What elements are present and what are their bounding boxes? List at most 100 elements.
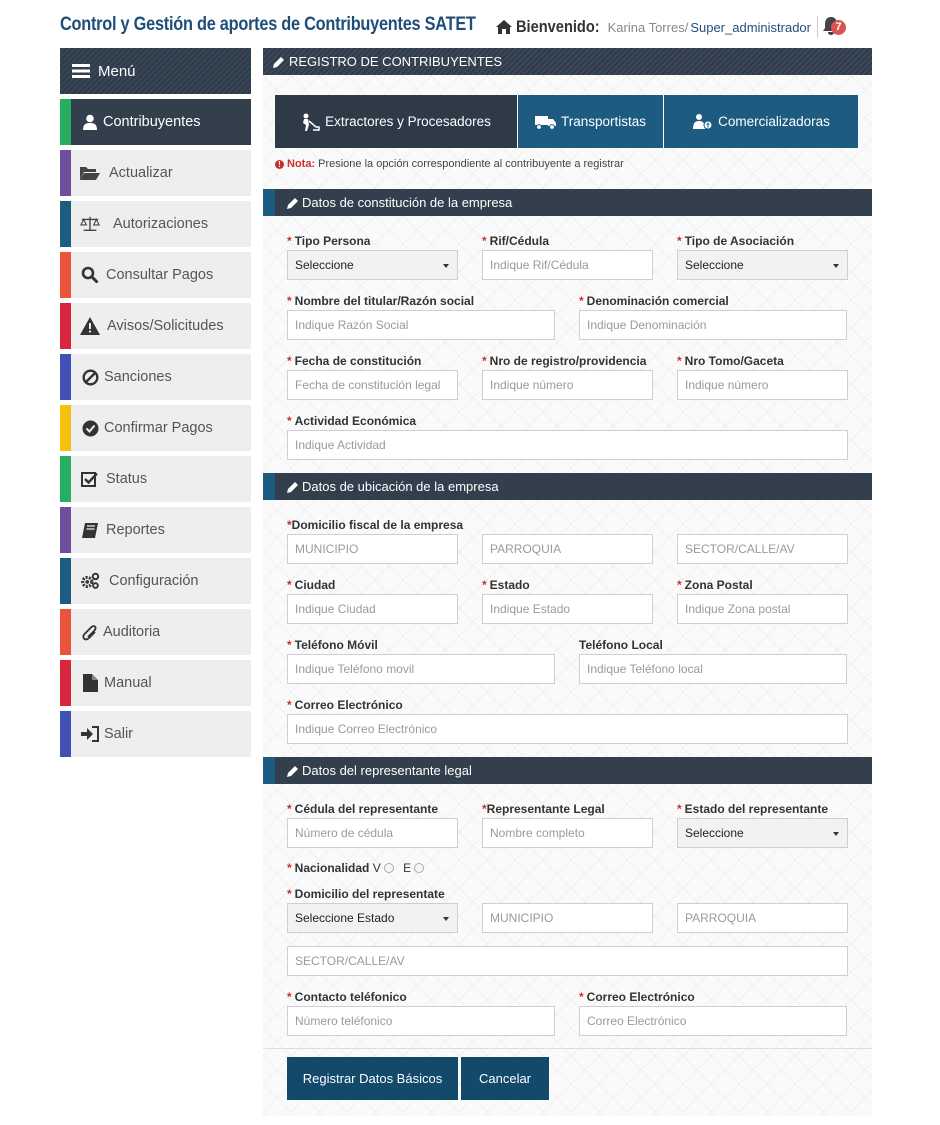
section-header-ubicacion: Datos de ubicación de la empresa bbox=[263, 473, 872, 500]
sidebar-item-confirmar-pagos[interactable]: Confirmar Pagos bbox=[60, 405, 251, 451]
color-bar bbox=[60, 660, 71, 706]
sidebar: Menú Contribuyentes Actualizar Autorizac… bbox=[60, 48, 251, 757]
sidebar-item-label: Status bbox=[106, 471, 148, 487]
home-icon[interactable] bbox=[496, 20, 513, 34]
sidebar-item-reportes[interactable]: Reportes bbox=[60, 507, 251, 553]
municipio-rep-input[interactable]: MUNICIPIO bbox=[482, 903, 653, 933]
page-title: REGISTRO DE CONTRIBUYENTES bbox=[289, 54, 503, 69]
sidebar-item-label: Sanciones bbox=[104, 369, 172, 385]
sector-input[interactable]: SECTOR/CALLE/AV bbox=[677, 534, 848, 564]
tab-label: Extractores y Procesadores bbox=[325, 114, 491, 129]
warning-icon bbox=[80, 317, 100, 335]
gears-icon bbox=[80, 572, 100, 590]
color-bar bbox=[60, 354, 71, 400]
sidebar-item-consultar-pagos[interactable]: Consultar Pagos bbox=[60, 252, 251, 298]
domicilio-rep-label: * Domicilio del representate bbox=[287, 887, 445, 901]
menu-toggle[interactable]: Menú bbox=[60, 48, 251, 94]
nacionalidad-e-label: E bbox=[403, 861, 412, 875]
razon-social-input[interactable]: Indique Razón Social bbox=[287, 310, 555, 340]
sidebar-item-autorizaciones[interactable]: Autorizaciones bbox=[60, 201, 251, 247]
color-bar bbox=[60, 711, 71, 757]
sidebar-item-salir[interactable]: Salir bbox=[60, 711, 251, 757]
sidebar-item-status[interactable]: Status bbox=[60, 456, 251, 502]
tipo-asociacion-select[interactable]: Seleccione bbox=[677, 250, 848, 280]
pencil-icon bbox=[287, 481, 298, 493]
tipo-asociacion-label: * Tipo de Asociación bbox=[677, 234, 795, 248]
sidebar-item-label: Autorizaciones bbox=[113, 216, 209, 232]
sidebar-item-label: Reportes bbox=[106, 522, 165, 538]
tab-extractores[interactable]: Extractores y Procesadores bbox=[275, 95, 518, 148]
notifications-bell[interactable]: 7 bbox=[822, 16, 848, 38]
actividad-input[interactable]: Indique Actividad bbox=[287, 430, 848, 460]
caret-down-icon bbox=[443, 264, 449, 268]
fecha-constitucion-input[interactable]: Fecha de constitución legal bbox=[287, 370, 458, 400]
tipo-persona-select[interactable]: Seleccione bbox=[287, 250, 458, 280]
estado-input[interactable]: Indique Estado bbox=[482, 594, 653, 624]
folder-open-icon bbox=[80, 164, 100, 182]
zona-postal-label: * Zona Postal bbox=[677, 578, 753, 592]
sidebar-item-label: Confirmar Pagos bbox=[104, 420, 213, 436]
ban-icon bbox=[80, 368, 100, 386]
parroquia-input[interactable]: PARROQUIA bbox=[482, 534, 653, 564]
sector-rep-input[interactable]: SECTOR/CALLE/AV bbox=[287, 946, 848, 976]
notification-count-badge: 7 bbox=[831, 20, 846, 35]
rif-label: * Rif/Cédula bbox=[482, 234, 550, 248]
sidebar-item-configuracion[interactable]: Configuración bbox=[60, 558, 251, 604]
ciudad-input[interactable]: Indique Ciudad bbox=[287, 594, 458, 624]
contacto-tel-input[interactable]: Número teléfonico bbox=[287, 1006, 555, 1036]
nombre-titular-label: * Nombre del titular/Razón social bbox=[287, 294, 475, 308]
user-icon bbox=[80, 113, 100, 131]
submit-button[interactable]: Registrar Datos Básicos bbox=[287, 1057, 458, 1100]
nacionalidad-v-radio[interactable] bbox=[383, 863, 394, 873]
tab-comercializadoras[interactable]: Comercializadoras bbox=[664, 95, 858, 148]
section-title: Datos del representante legal bbox=[302, 763, 472, 778]
sidebar-item-label: Salir bbox=[104, 726, 134, 742]
municipio-input[interactable]: MUNICIPIO bbox=[287, 534, 458, 564]
sidebar-item-label: Contribuyentes bbox=[103, 114, 201, 130]
denominacion-input[interactable]: Indique Denominación bbox=[579, 310, 847, 340]
tel-movil-input[interactable]: Indique Teléfono movil bbox=[287, 654, 555, 684]
sidebar-item-avisos[interactable]: Avisos/Solicitudes bbox=[60, 303, 251, 349]
rep-legal-input[interactable]: Nombre completo bbox=[482, 818, 653, 848]
color-bar bbox=[60, 609, 71, 655]
domicilio-fiscal-label: *Domicilio fiscal de la empresa bbox=[287, 518, 464, 532]
correo-input[interactable]: Indique Correo Electrónico bbox=[287, 714, 848, 744]
nacionalidad-label: Nacionalidad bbox=[294, 861, 370, 875]
form-divider bbox=[263, 1048, 872, 1049]
tab-label: Transportistas bbox=[560, 114, 647, 129]
correo-rep-label: * Correo Electrónico bbox=[579, 990, 695, 1004]
color-bar bbox=[60, 99, 71, 145]
denominacion-label: * Denominación comercial bbox=[579, 294, 729, 308]
section-title: Datos de constitución de la empresa bbox=[302, 195, 513, 210]
sidebar-item-contribuyentes[interactable]: Contribuyentes bbox=[60, 99, 251, 145]
rif-input[interactable]: Indique Rif/Cédula bbox=[482, 250, 653, 280]
sidebar-item-actualizar[interactable]: Actualizar bbox=[60, 150, 251, 196]
nro-tomo-input[interactable]: Indique número bbox=[677, 370, 848, 400]
caret-down-icon bbox=[443, 917, 449, 921]
file-icon bbox=[80, 674, 100, 692]
estado-rep-select[interactable]: Seleccione bbox=[677, 818, 848, 848]
user-bar: Bienvenido: Karina Torres/ Super_adminis… bbox=[496, 16, 848, 38]
tab-transportistas[interactable]: Transportistas bbox=[518, 95, 664, 148]
cancel-button[interactable]: Cancelar bbox=[461, 1057, 549, 1100]
worker-icon bbox=[303, 113, 320, 131]
sidebar-item-label: Consultar Pagos bbox=[106, 267, 214, 283]
tel-local-input[interactable]: Indique Teléfono local bbox=[579, 654, 847, 684]
sign-in-icon bbox=[80, 725, 100, 743]
color-bar bbox=[60, 252, 71, 298]
cedula-rep-input[interactable]: Número de cédula bbox=[287, 818, 458, 848]
sidebar-item-auditoria[interactable]: Auditoria bbox=[60, 609, 251, 655]
sidebar-item-manual[interactable]: Manual bbox=[60, 660, 251, 706]
estado-domicilio-rep-select[interactable]: Seleccione Estado bbox=[287, 903, 458, 933]
caret-down-icon bbox=[833, 832, 839, 836]
user-role-link[interactable]: Super_administrador bbox=[690, 20, 811, 35]
nro-registro-input[interactable]: Indique número bbox=[482, 370, 653, 400]
correo-label: * Correo Electrónico bbox=[287, 698, 403, 712]
zona-postal-input[interactable]: Indique Zona postal bbox=[677, 594, 848, 624]
color-bar bbox=[60, 405, 71, 451]
sidebar-item-sanciones[interactable]: Sanciones bbox=[60, 354, 251, 400]
nacionalidad-e-radio[interactable] bbox=[414, 863, 425, 873]
parroquia-rep-input[interactable]: PARROQUIA bbox=[677, 903, 848, 933]
correo-rep-input[interactable]: Correo Electrónico bbox=[579, 1006, 847, 1036]
tipo-persona-label: * Tipo Persona bbox=[287, 234, 371, 248]
